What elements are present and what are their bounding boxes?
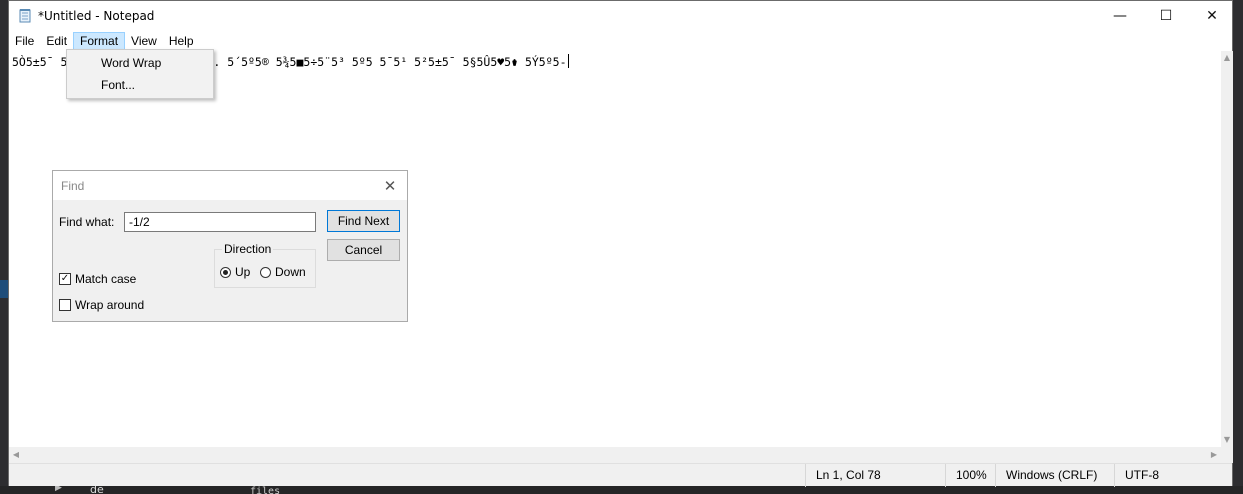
cancel-button[interactable]: Cancel xyxy=(327,239,400,261)
background-terminal-text: files xyxy=(250,486,281,494)
menu-item-word-wrap[interactable]: Word Wrap xyxy=(67,52,213,74)
format-dropdown-menu: Word Wrap Font... xyxy=(66,49,214,99)
minimize-button[interactable]: — xyxy=(1097,1,1143,31)
scroll-right-icon[interactable]: ▶ xyxy=(1207,447,1221,463)
scroll-up-icon[interactable]: ▲ xyxy=(1221,51,1233,65)
window-title: *Untitled - Notepad xyxy=(38,9,155,23)
direction-group: Direction Up Down xyxy=(214,242,316,288)
scroll-left-icon[interactable]: ◀ xyxy=(9,447,23,463)
direction-down-label[interactable]: Down xyxy=(275,265,306,279)
direction-up-radio[interactable] xyxy=(220,267,231,278)
menu-edit[interactable]: Edit xyxy=(40,32,73,51)
background-right-strip xyxy=(1233,0,1243,494)
background-taskbar-strip: ▶ de files xyxy=(0,483,1243,494)
scrollbar-corner xyxy=(1221,447,1233,463)
find-dialog-titlebar[interactable]: Find ✕ xyxy=(53,171,407,200)
menu-file[interactable]: File xyxy=(9,32,40,51)
menu-item-font[interactable]: Font... xyxy=(67,74,213,96)
find-dialog-title: Find xyxy=(61,179,85,193)
notepad-icon xyxy=(19,9,31,23)
horizontal-scrollbar[interactable]: ◀ ▶ xyxy=(9,447,1221,463)
close-button[interactable]: ✕ xyxy=(1189,1,1235,31)
menu-view[interactable]: View xyxy=(125,32,163,51)
background-left-strip xyxy=(0,0,8,494)
background-accent xyxy=(0,280,8,298)
maximize-button[interactable]: ☐ xyxy=(1143,1,1189,31)
editor-text-start: 5Ò5±5¯ 5 xyxy=(12,55,68,69)
status-cursor-position: Ln 1, Col 78 xyxy=(805,464,945,487)
find-dialog: Find ✕ Find what: Find Next Cancel Direc… xyxy=(52,170,408,322)
find-close-icon[interactable]: ✕ xyxy=(379,175,401,197)
wrap-around-label[interactable]: Wrap around xyxy=(75,298,144,312)
find-what-input[interactable] xyxy=(124,212,316,232)
scroll-down-icon[interactable]: ▼ xyxy=(1221,433,1233,447)
text-caret xyxy=(567,54,569,68)
match-case-label[interactable]: Match case xyxy=(75,272,136,286)
title-bar: *Untitled - Notepad — ☐ ✕ xyxy=(9,1,1232,31)
direction-down-radio[interactable] xyxy=(260,267,271,278)
menu-help[interactable]: Help xyxy=(163,32,200,51)
direction-up-label[interactable]: Up xyxy=(235,265,250,279)
status-zoom: 100% xyxy=(945,464,995,487)
menu-bar: File Edit Format View Help xyxy=(9,31,1232,51)
vertical-scrollbar[interactable]: ▲ ▼ xyxy=(1221,51,1233,447)
editor-text-end: . 5´5º5® 5¾5■5÷5¨5³ 5º5 5¯5¹ 5²5±5¯ 5§5Û… xyxy=(213,55,567,69)
find-what-label: Find what: xyxy=(59,215,115,229)
wrap-around-checkbox[interactable] xyxy=(59,299,71,311)
match-case-checkbox[interactable]: ✓ xyxy=(59,273,71,285)
status-encoding: UTF-8 xyxy=(1114,464,1222,487)
direction-label: Direction xyxy=(222,242,274,256)
find-next-button[interactable]: Find Next xyxy=(327,210,400,232)
status-bar: Ln 1, Col 78 100% Windows (CRLF) UTF-8 xyxy=(9,463,1232,487)
menu-format[interactable]: Format xyxy=(73,31,126,51)
status-line-endings: Windows (CRLF) xyxy=(995,464,1114,487)
